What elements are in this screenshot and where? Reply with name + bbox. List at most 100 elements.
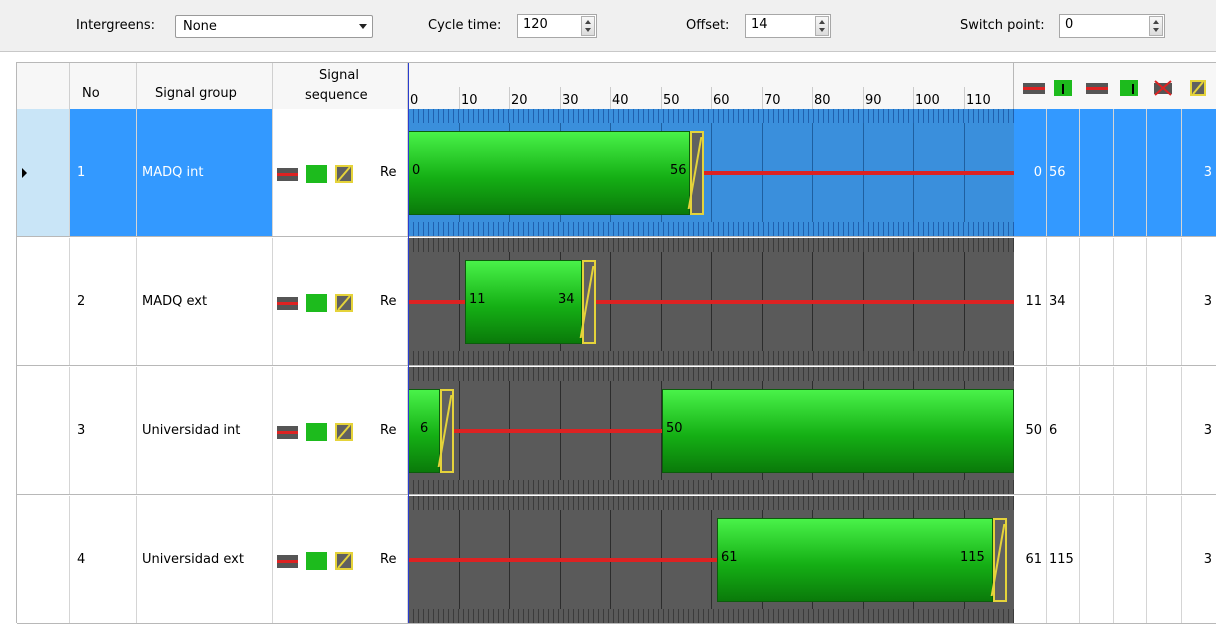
cell-green-start[interactable] xyxy=(1114,496,1147,623)
cell-green-start[interactable] xyxy=(1114,367,1147,494)
offset-spinner[interactable]: 14 xyxy=(745,14,831,38)
red-phase-bar[interactable] xyxy=(408,558,717,562)
table-row[interactable]: 4 Universidad ext Re 61 115 61 115 3 xyxy=(17,496,1216,624)
green-seq-icon xyxy=(306,165,327,183)
spinner-buttons-icon[interactable] xyxy=(581,16,595,36)
timeline-tick-label: 90 xyxy=(865,93,882,108)
cell-green-end[interactable]: 115 xyxy=(1047,496,1080,623)
timeline-tick-line xyxy=(509,87,510,109)
seq-text: Re xyxy=(380,294,397,309)
phase-time-label: 115 xyxy=(960,550,985,565)
red-start-icon xyxy=(1086,80,1108,96)
cell-red-cross[interactable] xyxy=(1147,238,1182,365)
cell-red-end[interactable]: 0 xyxy=(1014,109,1047,236)
offset-value: 14 xyxy=(751,17,768,32)
cell-signal-group[interactable]: Universidad ext xyxy=(137,496,273,623)
table-row[interactable]: 3 Universidad int Re 6 50 50 6 3 xyxy=(17,367,1216,495)
red-phase-bar[interactable] xyxy=(408,300,465,304)
timeline-tick-line xyxy=(661,87,662,109)
row-selector[interactable] xyxy=(17,496,70,623)
intergreens-label: Intergreens: xyxy=(76,18,155,33)
cell-no[interactable]: 2 xyxy=(70,238,137,365)
intergreens-value: None xyxy=(183,19,217,34)
signal-timeline[interactable]: 0 56 xyxy=(408,109,1014,236)
phase-time-label: 34 xyxy=(558,292,575,307)
switch-point-spinner[interactable]: 0 xyxy=(1059,14,1165,38)
timeline-tick-label: 60 xyxy=(713,93,730,108)
green-phase-bar[interactable] xyxy=(717,518,993,602)
timeline-tick-label: 40 xyxy=(612,93,629,108)
green-phase-bar[interactable] xyxy=(662,389,1014,473)
cell-red-end[interactable]: 50 xyxy=(1014,367,1047,494)
timeline-tick-line xyxy=(913,87,914,109)
timeline-tick-line xyxy=(762,87,763,109)
cell-red-start[interactable] xyxy=(1080,367,1114,494)
amber-phase-bar[interactable] xyxy=(690,131,704,215)
cycle-time-label: Cycle time: xyxy=(428,18,502,33)
phase-time-label: 6 xyxy=(420,421,429,436)
cell-green-end[interactable]: 56 xyxy=(1047,109,1080,236)
cell-green-start[interactable] xyxy=(1114,109,1147,236)
cell-signal-group[interactable]: Universidad int xyxy=(137,367,273,494)
signal-timeline[interactable]: 6 50 xyxy=(408,367,1014,494)
cell-red-cross[interactable] xyxy=(1147,109,1182,236)
signal-timeline[interactable]: 61 115 xyxy=(408,496,1014,623)
row-selector[interactable] xyxy=(17,109,70,236)
table-row[interactable]: 2 MADQ ext Re 11 34 11 34 3 xyxy=(17,238,1216,366)
timeline-tick-line xyxy=(459,87,460,109)
amber-phase-bar[interactable] xyxy=(993,518,1007,602)
red-phase-bar[interactable] xyxy=(454,429,662,433)
cell-signal-group[interactable]: MADQ int xyxy=(137,109,273,236)
spinner-buttons-icon[interactable] xyxy=(1149,16,1163,36)
cycle-time-spinner[interactable]: 120 xyxy=(517,14,597,38)
green-seq-icon xyxy=(306,294,327,312)
cell-signal-group[interactable]: MADQ ext xyxy=(137,238,273,365)
cell-amber[interactable]: 3 xyxy=(1182,109,1216,236)
timeline-tick-label: 70 xyxy=(764,93,781,108)
red-phase-bar[interactable] xyxy=(596,300,1014,304)
cell-red-cross[interactable] xyxy=(1147,367,1182,494)
phase-time-label: 0 xyxy=(412,163,421,178)
amber-icon xyxy=(1190,80,1206,96)
red-phase-bar[interactable] xyxy=(704,171,1014,175)
seq-text: Re xyxy=(380,165,397,180)
cell-green-start[interactable] xyxy=(1114,238,1147,365)
signal-groups-grid: No Signal group Signal sequence 0 10 20 30 4… xyxy=(16,62,1216,624)
row-selector[interactable] xyxy=(17,367,70,494)
cell-green-end[interactable]: 34 xyxy=(1047,238,1080,365)
header-signal-group[interactable]: Signal group xyxy=(137,63,273,109)
cell-red-start[interactable] xyxy=(1080,238,1114,365)
cell-amber[interactable]: 3 xyxy=(1182,367,1216,494)
cell-no[interactable]: 1 xyxy=(70,109,137,236)
header-no[interactable]: No xyxy=(70,63,137,109)
cell-red-end[interactable]: 11 xyxy=(1014,238,1047,365)
cell-no[interactable]: 3 xyxy=(70,367,137,494)
timeline-tick-label: 30 xyxy=(562,93,579,108)
spinner-buttons-icon[interactable] xyxy=(815,16,829,36)
green-phase-bar[interactable] xyxy=(408,131,690,215)
table-row[interactable]: 1 MADQ int Re 0 56 0 56 3 xyxy=(17,109,1216,237)
cell-red-start[interactable] xyxy=(1080,496,1114,623)
green-seq-icon xyxy=(306,423,327,441)
amber-phase-bar[interactable] xyxy=(582,260,596,344)
intergreens-combo[interactable]: None xyxy=(175,15,373,38)
green-start-icon xyxy=(1120,80,1138,96)
row-selector[interactable] xyxy=(17,238,70,365)
header-signal-sequence[interactable]: Signal sequence xyxy=(273,63,408,109)
cell-signal-sequence[interactable]: Re xyxy=(273,238,408,365)
timeline-tick-label: 50 xyxy=(663,93,680,108)
cell-red-cross[interactable] xyxy=(1147,496,1182,623)
cell-amber[interactable]: 3 xyxy=(1182,496,1216,623)
cell-signal-sequence[interactable]: Re xyxy=(273,109,408,236)
chevron-down-icon xyxy=(359,24,367,29)
time-cursor[interactable] xyxy=(408,63,409,623)
cell-signal-sequence[interactable]: Re xyxy=(273,496,408,623)
cell-green-end[interactable]: 6 xyxy=(1047,367,1080,494)
cell-red-start[interactable] xyxy=(1080,109,1114,236)
cell-no[interactable]: 4 xyxy=(70,496,137,623)
amber-phase-bar[interactable] xyxy=(440,389,454,473)
cell-amber[interactable]: 3 xyxy=(1182,238,1216,365)
cell-signal-sequence[interactable]: Re xyxy=(273,367,408,494)
cell-red-end[interactable]: 61 xyxy=(1014,496,1047,623)
signal-timeline[interactable]: 11 34 xyxy=(408,238,1014,365)
